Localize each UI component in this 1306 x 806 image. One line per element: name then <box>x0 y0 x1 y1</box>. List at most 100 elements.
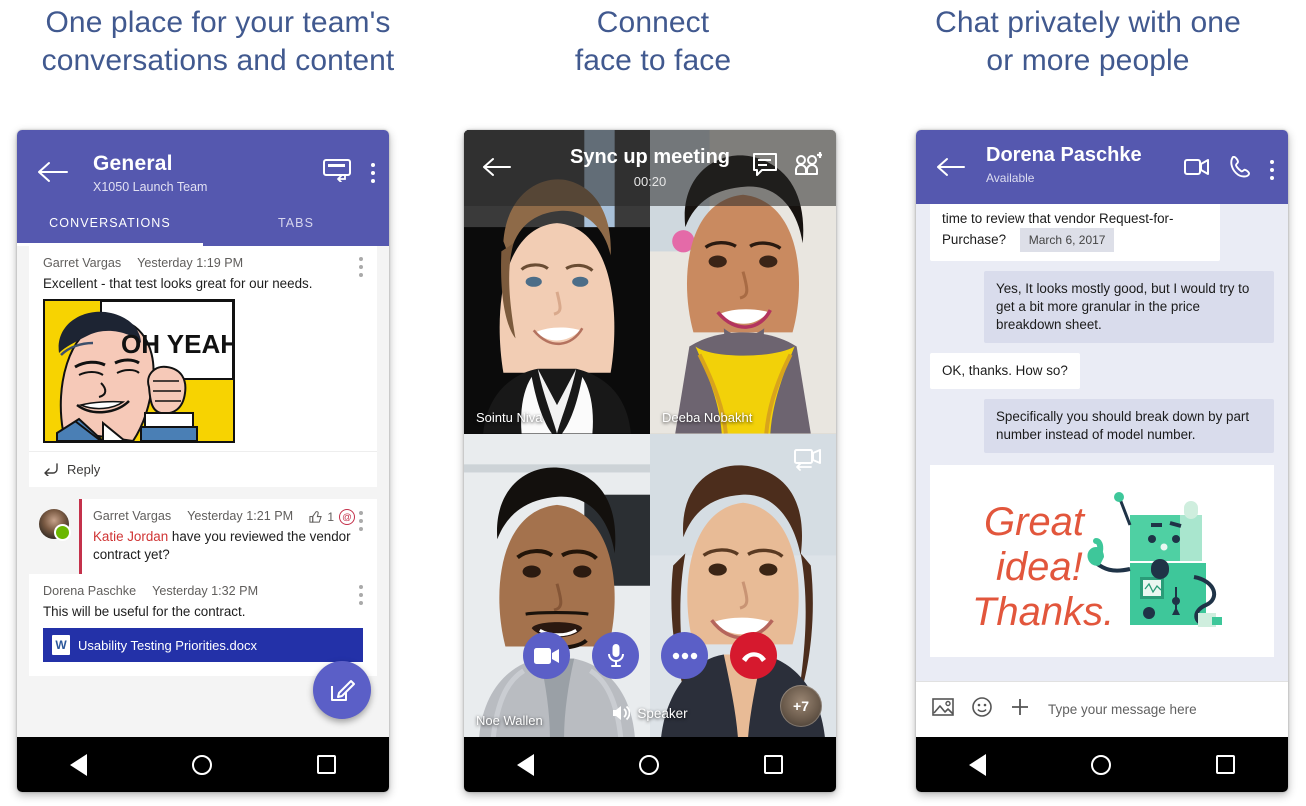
svg-text:idea!: idea! <box>996 545 1083 589</box>
android-recents-icon[interactable] <box>317 755 337 774</box>
channel-header-actions <box>323 158 375 187</box>
chat-bubble-icon[interactable] <box>752 152 778 183</box>
chat-message-row: Yes, It looks mostly good, but I would t… <box>930 271 1274 343</box>
headline-line-2: face to face <box>574 44 732 77</box>
android-home-icon[interactable] <box>638 754 659 775</box>
back-arrow-icon[interactable] <box>37 160 69 184</box>
video-call-view: Sointu Niva Deeba Nobakht Noe Wallen Syn… <box>464 130 836 737</box>
speaker-label: Speaker <box>637 705 688 721</box>
emoji-icon[interactable] <box>972 697 992 722</box>
participant-name: Deeba Nobakht <box>662 409 753 425</box>
channel-subtitle: X1050 Launch Team <box>93 180 208 194</box>
sticker-attachment[interactable]: Great idea! Thanks. <box>930 465 1274 657</box>
image-picker-icon[interactable] <box>932 698 954 721</box>
android-home-icon[interactable] <box>191 754 212 775</box>
file-name: Usability Testing Priorities.docx <box>78 637 257 653</box>
mention-token[interactable]: Katie Jordan <box>93 529 168 544</box>
compose-fab-button[interactable] <box>313 661 371 719</box>
phone-frame-1: General X1050 Launch Team CONVERSATIONS … <box>17 130 389 792</box>
reply-action[interactable]: Reply <box>29 451 377 487</box>
call-top-bar: Sync up meeting 00:20 <box>464 130 836 206</box>
phone-screen-3: Dorena Paschke Available time to review … <box>916 130 1288 737</box>
chat-header: Dorena Paschke Available <box>916 130 1288 204</box>
message-item-3: Dorena Paschke Yesterday 1:32 PM This wi… <box>29 574 377 676</box>
panel-video-call: Connect face to face Sointu Niva Deeba N… <box>435 0 871 806</box>
marketing-screenshot-stage: One place for your team's conversations … <box>0 0 1306 806</box>
android-back-icon[interactable] <box>968 753 986 776</box>
overflow-kebab-icon[interactable] <box>1270 159 1274 180</box>
toggle-video-button[interactable] <box>523 632 570 679</box>
avatar-wrapper <box>29 499 79 574</box>
headline-line-2: or more people <box>986 44 1190 77</box>
message-meta: Garret Vargas Yesterday 1:19 PM <box>43 256 363 277</box>
chat-bubble-them: time to review that vendor Request-for-P… <box>930 204 1220 261</box>
chat-contact-status: Available <box>986 171 1035 185</box>
more-options-button[interactable] <box>661 632 708 679</box>
panel-1-headline: One place for your team's conversations … <box>0 4 436 80</box>
phone-frame-2: Sointu Niva Deeba Nobakht Noe Wallen Syn… <box>464 130 836 792</box>
chat-compose-bar[interactable]: Type your message here <box>916 681 1288 737</box>
overflow-kebab-icon[interactable] <box>371 162 375 183</box>
message-text: Katie Jordan have you reviewed the vendo… <box>93 528 363 564</box>
date-pill: March 6, 2017 <box>1019 228 1115 252</box>
message-author: Garret Vargas <box>43 256 122 270</box>
speaker-icon <box>613 705 631 721</box>
svg-text:Great: Great <box>984 500 1086 544</box>
panel-2-headline: Connect face to face <box>435 4 871 80</box>
android-recents-icon[interactable] <box>1216 755 1236 774</box>
tab-tabs[interactable]: TABS <box>203 208 389 246</box>
message-timestamp: Yesterday 1:21 PM <box>187 509 294 523</box>
file-attachment-chip[interactable]: W Usability Testing Priorities.docx <box>43 628 363 662</box>
call-controls <box>464 632 836 679</box>
message-author: Garret Vargas <box>93 509 172 523</box>
mention-badge-icon: @ <box>339 509 355 525</box>
participant-tile-3[interactable]: Noe Wallen <box>464 433 650 737</box>
message-timestamp: Yesterday 1:19 PM <box>137 256 244 270</box>
tab-conversations[interactable]: CONVERSATIONS <box>17 208 203 246</box>
hang-up-button[interactable] <box>730 632 777 679</box>
phone-screen-2: Sointu Niva Deeba Nobakht Noe Wallen Syn… <box>464 130 836 737</box>
message-item-1: Garret Vargas Yesterday 1:19 PM Excellen… <box>29 246 377 451</box>
message-item-2: Garret Vargas Yesterday 1:21 PM 1 @ Kati… <box>29 499 377 574</box>
message-text: This will be useful for the contract. <box>43 604 246 619</box>
channel-tabs: CONVERSATIONS TABS <box>17 208 389 246</box>
video-call-icon[interactable] <box>1184 158 1210 181</box>
message-overflow-icon[interactable] <box>359 585 363 605</box>
channel-header: General X1050 Launch Team CONVERSATIONS … <box>17 130 389 246</box>
plus-attach-icon[interactable] <box>1010 697 1030 722</box>
channel-title: General <box>93 152 173 175</box>
avatar[interactable] <box>39 509 71 541</box>
chat-bubble-me: Specifically you should break down by pa… <box>984 399 1274 453</box>
phone-frame-3: Dorena Paschke Available time to review … <box>916 130 1288 792</box>
headline-line-1: One place for your team's <box>45 6 391 39</box>
chat-header-actions <box>1184 155 1274 183</box>
headline-line-1: Connect <box>596 6 710 39</box>
add-participant-icon[interactable] <box>794 152 823 183</box>
message-overflow-icon[interactable] <box>359 511 363 531</box>
toggle-mic-button[interactable] <box>592 632 639 679</box>
message-overflow-icon[interactable] <box>359 257 363 277</box>
channel-message-list[interactable]: Garret Vargas Yesterday 1:19 PM Excellen… <box>17 246 389 737</box>
android-back-icon[interactable] <box>516 753 534 776</box>
switch-camera-icon[interactable] <box>794 448 822 479</box>
back-arrow-icon[interactable] <box>936 156 966 183</box>
phone-call-icon[interactable] <box>1230 155 1250 183</box>
chat-message-list[interactable]: time to review that vendor Request-for-P… <box>916 204 1288 681</box>
comic-image-attachment[interactable]: OH YEAH! <box>43 299 235 443</box>
chat-message-clipped: time to review that vendor Request-for-P… <box>930 204 1274 261</box>
chat-message-row: OK, thanks. How so? <box>930 353 1274 389</box>
android-back-icon[interactable] <box>69 753 87 776</box>
message-text: Excellent - that test looks great for ou… <box>43 276 313 291</box>
message-input[interactable]: Type your message here <box>1048 702 1197 717</box>
overflow-participants-badge[interactable]: +7 <box>780 685 822 727</box>
chat-message-row: Specifically you should break down by pa… <box>930 399 1274 453</box>
headline-line-2: conversations and content <box>41 44 395 77</box>
reply-card-icon[interactable] <box>323 158 353 187</box>
android-home-icon[interactable] <box>1090 754 1111 775</box>
android-navbar-2 <box>464 737 836 792</box>
svg-text:OH YEAH!: OH YEAH! <box>121 329 233 359</box>
android-recents-icon[interactable] <box>764 755 784 774</box>
call-top-actions <box>752 152 823 183</box>
svg-text:Thanks.: Thanks. <box>972 590 1114 634</box>
chat-bubble-me: Yes, It looks mostly good, but I would t… <box>984 271 1274 343</box>
